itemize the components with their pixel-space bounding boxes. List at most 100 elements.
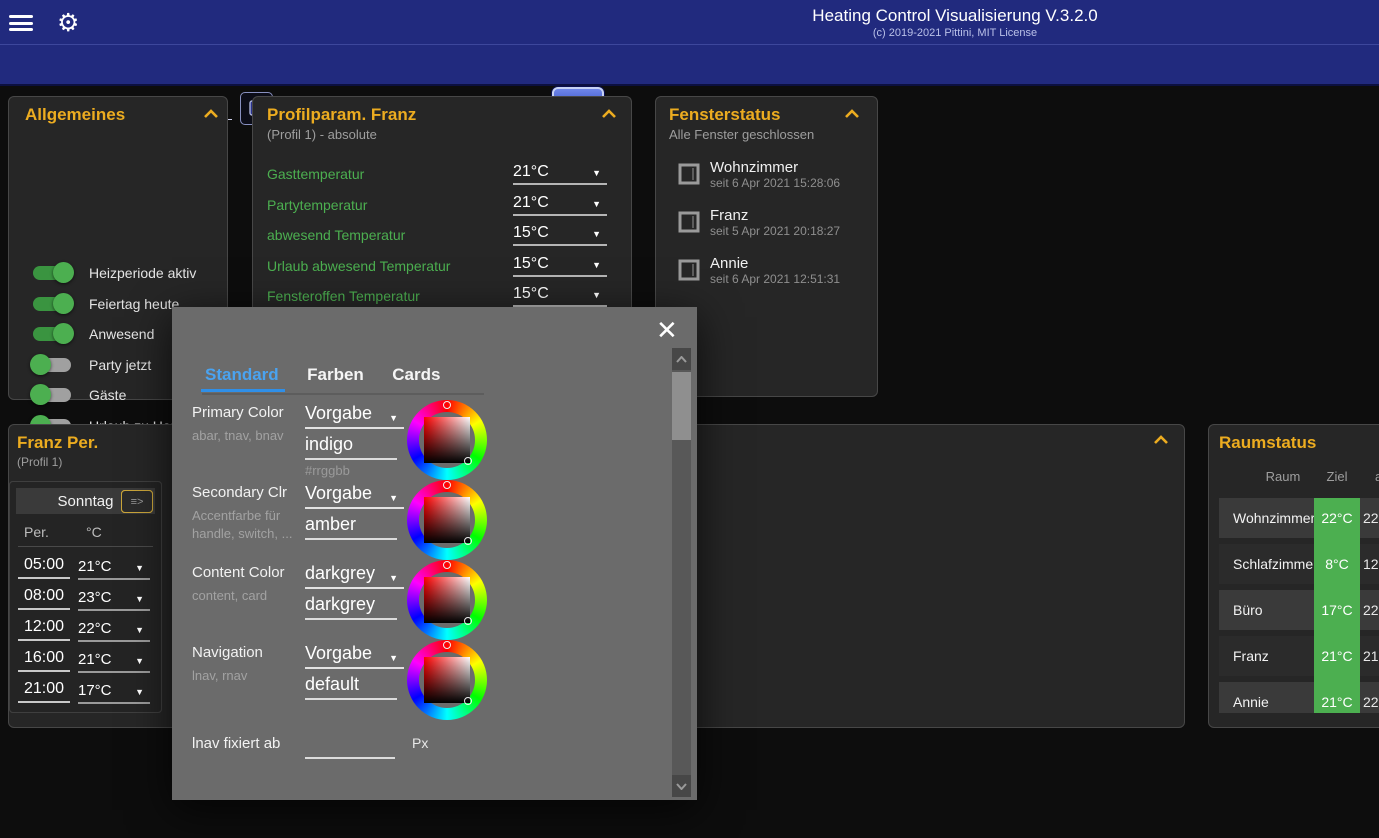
toggle-switch[interactable] [33,388,71,402]
period-time-field[interactable]: 05:00 [18,556,70,579]
window-icon [678,163,700,185]
dialog-tab[interactable]: Farben [307,365,364,385]
window-item: Franz seit 5 Apr 2021 20:18:27 [678,207,871,241]
period-temp-select[interactable]: 23°C [78,589,150,611]
toggle-switch[interactable] [33,358,71,372]
param-temp-value: 15°C [513,224,549,242]
color-preset-value: Vorgabe [305,643,372,667]
param-temp-value: 15°C [513,255,549,273]
chevron-down-icon [389,485,398,506]
collapse-chevron-icon[interactable] [203,109,219,119]
saturation-marker[interactable] [464,697,472,705]
chevron-down-icon [592,255,601,273]
period-time-field[interactable]: 21:00 [18,680,70,703]
dialog-tab[interactable]: Cards [392,365,440,385]
period-row: 12:00 22°C [10,616,161,647]
toggle-label: Feiertag heute [89,296,179,312]
color-section: Navigation lnav, rnav Vorgabe default [172,643,697,723]
param-temp-select[interactable]: 21°C [513,163,607,185]
param-row: Partytemperatur 21°C [267,194,631,225]
param-label: Partytemperatur [267,197,367,213]
period-temp-select[interactable]: 17°C [78,682,150,704]
chevron-down-icon [592,285,601,303]
col-temp: °C [86,524,102,540]
toggle-switch[interactable] [33,327,71,341]
section-label: Secondary Clr [192,484,287,501]
hue-marker[interactable] [443,561,451,569]
hue-marker[interactable] [443,641,451,649]
app-copyright: (c) 2019-2021 Pittini, MIT License [700,27,1210,39]
saturation-marker[interactable] [464,537,472,545]
dialog-tab[interactable]: Standard [205,365,279,385]
period-temp-select[interactable]: 22°C [78,620,150,642]
color-wheel-picker[interactable] [407,480,487,560]
color-preset-select[interactable]: Vorgabe [305,483,404,509]
scroll-up-button[interactable] [672,348,691,370]
period-row: 16:00 21°C [10,647,161,678]
room-status-table: Wohnzimmer 22°C 22 Schlafzimmer 8°C 12 B… [1219,465,1379,713]
color-preset-select[interactable]: Vorgabe [305,403,404,429]
period-temp-select[interactable]: 21°C [78,651,150,673]
collapse-chevron-icon[interactable] [844,109,860,119]
saturation-square[interactable] [424,657,470,703]
saturation-square[interactable] [424,497,470,543]
collapse-chevron-icon[interactable] [601,109,617,119]
color-wheel-picker[interactable] [407,640,487,720]
chevron-down-icon [135,589,144,606]
saturation-square[interactable] [424,577,470,623]
color-preset-select[interactable]: Vorgabe [305,643,404,669]
color-preset-select[interactable]: darkgrey [305,563,404,589]
toggle-switch[interactable] [33,266,71,280]
section-sublabel: lnav, rnav [192,667,304,685]
window-list: Wohnzimmer seit 6 Apr 2021 15:28:06 Fran… [678,159,871,303]
period-time-field[interactable]: 16:00 [18,649,70,672]
panel-title: Profilparam. Franz [267,105,416,125]
period-temp-value: 17°C [78,682,112,699]
nav-fixed-input[interactable] [305,735,395,759]
collapse-chevron-icon[interactable] [1153,435,1169,445]
room-name: Schlafzimmer [1233,556,1318,572]
color-wheel-picker[interactable] [407,400,487,480]
param-temp-select[interactable]: 15°C [513,285,607,307]
color-name-input[interactable]: default [305,674,397,700]
toggle-label: Gäste [89,387,126,403]
room-actual-temp: 22 [1363,510,1379,526]
dialog-scrollbar[interactable] [672,348,691,797]
param-temp-select[interactable]: 15°C [513,224,607,246]
period-temp-select[interactable]: 21°C [78,558,150,580]
color-name-input[interactable]: amber [305,514,397,540]
room-name: Wohnzimmer [1233,510,1315,526]
param-rows: Gasttemperatur 21°C Partytemperatur 21°C… [267,163,631,316]
saturation-marker[interactable] [464,617,472,625]
scroll-thumb[interactable] [672,372,691,440]
color-name-input[interactable]: darkgrey [305,594,397,620]
window-since: seit 6 Apr 2021 15:28:06 [710,176,840,190]
chevron-down-icon [592,224,601,242]
color-wheel-picker[interactable] [407,560,487,640]
period-time-field[interactable]: 08:00 [18,587,70,610]
gear-icon[interactable]: ⚙ [57,8,79,38]
hue-marker[interactable] [443,481,451,489]
param-temp-select[interactable]: 21°C [513,194,607,216]
hue-marker[interactable] [443,401,451,409]
param-row: abwesend Temperatur 15°C [267,224,631,255]
param-temp-value: 21°C [513,163,549,181]
day-column-headers: Per. °C [18,524,153,547]
color-section: Secondary Clr Accentfarbe für handle, sw… [172,483,697,563]
toolbar: Aktives Profil: 1 Raum: Franz [0,45,1379,86]
scroll-down-button[interactable] [672,775,691,797]
nav-fixed-unit: Px [412,735,428,751]
saturation-square[interactable] [424,417,470,463]
chevron-up-icon [676,356,687,363]
period-time-field[interactable]: 12:00 [18,618,70,641]
saturation-marker[interactable] [464,457,472,465]
copy-day-button[interactable]: ≡> [121,490,153,513]
close-icon[interactable]: ✕ [656,315,678,346]
panel-profilparam: Profilparam. Franz (Profil 1) - absolute… [252,96,632,320]
param-label: Gasttemperatur [267,166,364,182]
color-name-input[interactable]: indigo [305,434,397,460]
hamburger-menu-icon[interactable] [9,15,33,31]
color-preset-value: Vorgabe [305,483,372,507]
param-temp-select[interactable]: 15°C [513,255,607,277]
toggle-switch[interactable] [33,297,71,311]
